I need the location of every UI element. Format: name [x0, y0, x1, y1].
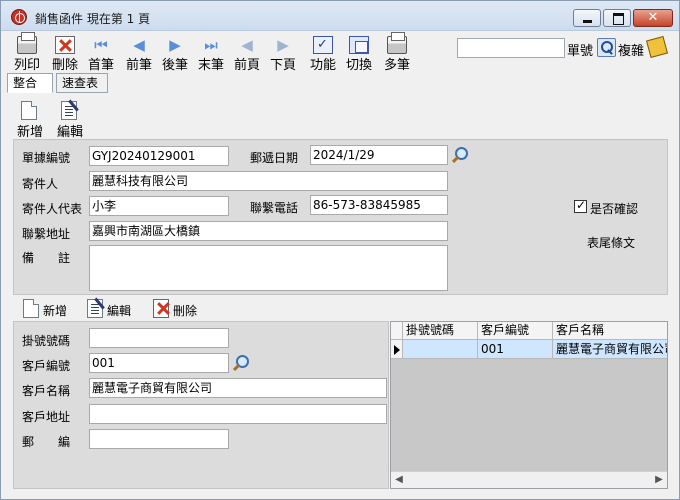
- close-button[interactable]: ✕: [633, 9, 673, 27]
- delete-x-icon: [153, 299, 169, 318]
- address-field[interactable]: 嘉興市南湖區大橋鎮: [89, 221, 448, 241]
- postcode-field[interactable]: [89, 429, 229, 449]
- customer-no-label: 客戶編號: [22, 359, 71, 373]
- postcode-label: 郵 編: [22, 435, 71, 449]
- tab-integrated[interactable]: 整合: [7, 73, 53, 93]
- printer-icon: [17, 32, 37, 54]
- doc-no-search-input[interactable]: [457, 38, 565, 58]
- address-label: 聯繫地址: [22, 227, 71, 241]
- edit-document-icon: [61, 101, 77, 120]
- next-arrow-icon: ▶: [169, 36, 181, 54]
- sender-label: 寄件人: [22, 177, 59, 191]
- window-title: 銷售函件 現在第 1 頁: [35, 12, 151, 26]
- row-pointer-icon: [391, 340, 403, 359]
- sender-rep-field[interactable]: 小李: [89, 196, 229, 216]
- header-form-panel: 單據編號 GYJ20240129001 郵遞日期 2024/1/29 寄件人 麗…: [13, 139, 668, 295]
- switch-windows-icon: [349, 36, 369, 54]
- grid-cell-customer-no[interactable]: 001: [478, 340, 553, 359]
- sender-field[interactable]: 麗慧科技有限公司: [89, 171, 448, 191]
- detail-actions: 新增 編輯 刪除: [13, 297, 668, 321]
- maximize-button[interactable]: [603, 9, 631, 27]
- multi-printer-icon: [387, 32, 407, 54]
- prev-arrow-icon: ◀: [133, 36, 145, 54]
- next-page-icon: ▶: [277, 36, 289, 54]
- minimize-button[interactable]: [573, 9, 601, 27]
- footer-text-label: 表尾條文: [587, 236, 636, 250]
- last-arrow-icon: ⏭: [204, 36, 218, 54]
- main-toolbar: 列印 刪除 ⏮ 首筆 ◀ 前筆 ▶ 後筆 ⏭ 末筆 ◀ 前頁 ▶ 下頁 ✓ 功能…: [1, 32, 679, 73]
- detail-form-panel: 掛號號碼 客戶編號 001 客戶名稱 麗慧電子商貿有限公司 客戶地址 郵 編: [13, 321, 389, 489]
- doc-no-label: 單號: [567, 44, 594, 59]
- customer-addr-field[interactable]: [89, 404, 387, 424]
- mail-date-field[interactable]: 2024/1/29: [310, 145, 448, 165]
- customer-addr-label: 客戶地址: [22, 410, 71, 424]
- grid-cell-reg-no[interactable]: [403, 340, 478, 359]
- grid-horizontal-scrollbar[interactable]: ◀ ▶: [391, 471, 667, 488]
- checklist-icon: [313, 36, 333, 54]
- grid-col-customer-name[interactable]: 客戶名稱: [553, 322, 667, 340]
- sender-rep-label: 寄件人代表: [22, 202, 83, 216]
- scroll-right-icon[interactable]: ▶: [651, 472, 667, 488]
- reg-no-label: 掛號號碼: [22, 334, 71, 348]
- customer-lookup-icon[interactable]: [232, 354, 250, 372]
- doc-no-field[interactable]: GYJ20240129001: [89, 146, 229, 166]
- detail-delete-button[interactable]: 刪除: [153, 299, 213, 319]
- new-document-icon: [23, 299, 39, 318]
- grid-col-customer-no[interactable]: 客戶編號: [478, 322, 553, 340]
- remark-field[interactable]: [89, 245, 448, 291]
- header-new-button[interactable]: 新增: [13, 101, 47, 140]
- date-lookup-icon[interactable]: [451, 146, 469, 164]
- phone-field[interactable]: 86-573-83845985: [310, 195, 448, 215]
- header-edit-button[interactable]: 編輯: [53, 101, 87, 140]
- doc-no-field-label: 單據編號: [22, 151, 71, 165]
- scroll-left-icon[interactable]: ◀: [391, 472, 407, 488]
- reg-no-field[interactable]: [89, 328, 229, 348]
- confirmed-label: 是否確認: [590, 202, 639, 216]
- detail-new-button[interactable]: 新增: [23, 299, 83, 319]
- detail-edit-button[interactable]: 編輯: [87, 299, 147, 319]
- grid-cell-customer-name[interactable]: 麗慧電子商貿有限公司: [553, 340, 667, 359]
- grid-col-reg-no[interactable]: 掛號號碼: [403, 322, 478, 340]
- customer-name-field[interactable]: 麗慧電子商貿有限公司: [89, 378, 387, 398]
- detail-grid: 掛號號碼 客戶編號 客戶名稱 001 麗慧電子商貿有限公司 ◀ ▶: [390, 321, 668, 489]
- first-arrow-icon: ⏮: [94, 36, 108, 54]
- grid-header: 掛號號碼 客戶編號 客戶名稱: [391, 322, 667, 340]
- table-row[interactable]: 001 麗慧電子商貿有限公司: [391, 340, 667, 359]
- copy-label: 複雜: [618, 44, 645, 59]
- mail-date-label: 郵遞日期: [250, 151, 299, 165]
- multi-record-button[interactable]: 多筆: [377, 32, 417, 73]
- customer-no-field[interactable]: 001: [89, 353, 229, 373]
- delete-x-icon: [55, 36, 75, 54]
- remark-label: 備 註: [22, 251, 71, 265]
- grid-corner: [391, 322, 403, 340]
- close-icon: ✕: [647, 10, 659, 25]
- main-window: 銷售函件 現在第 1 頁 ✕ 列印 刪除 ⏮ 首筆 ◀ 前筆 ▶ 後筆 ⏭ 末筆: [0, 0, 680, 500]
- search-icon[interactable]: [597, 38, 616, 57]
- tab-quick-lookup[interactable]: 速查表: [56, 73, 108, 93]
- confirmed-checkbox[interactable]: [574, 198, 587, 213]
- app-logo-icon: [11, 9, 27, 25]
- customer-name-label: 客戶名稱: [22, 384, 71, 398]
- prev-page-icon: ◀: [241, 36, 253, 54]
- new-document-icon: [21, 101, 37, 120]
- phone-label: 聯繫電話: [250, 201, 299, 215]
- title-bar: 銷售函件 現在第 1 頁 ✕: [1, 1, 679, 31]
- copy-tool-icon[interactable]: [645, 35, 669, 59]
- edit-document-icon: [87, 299, 103, 318]
